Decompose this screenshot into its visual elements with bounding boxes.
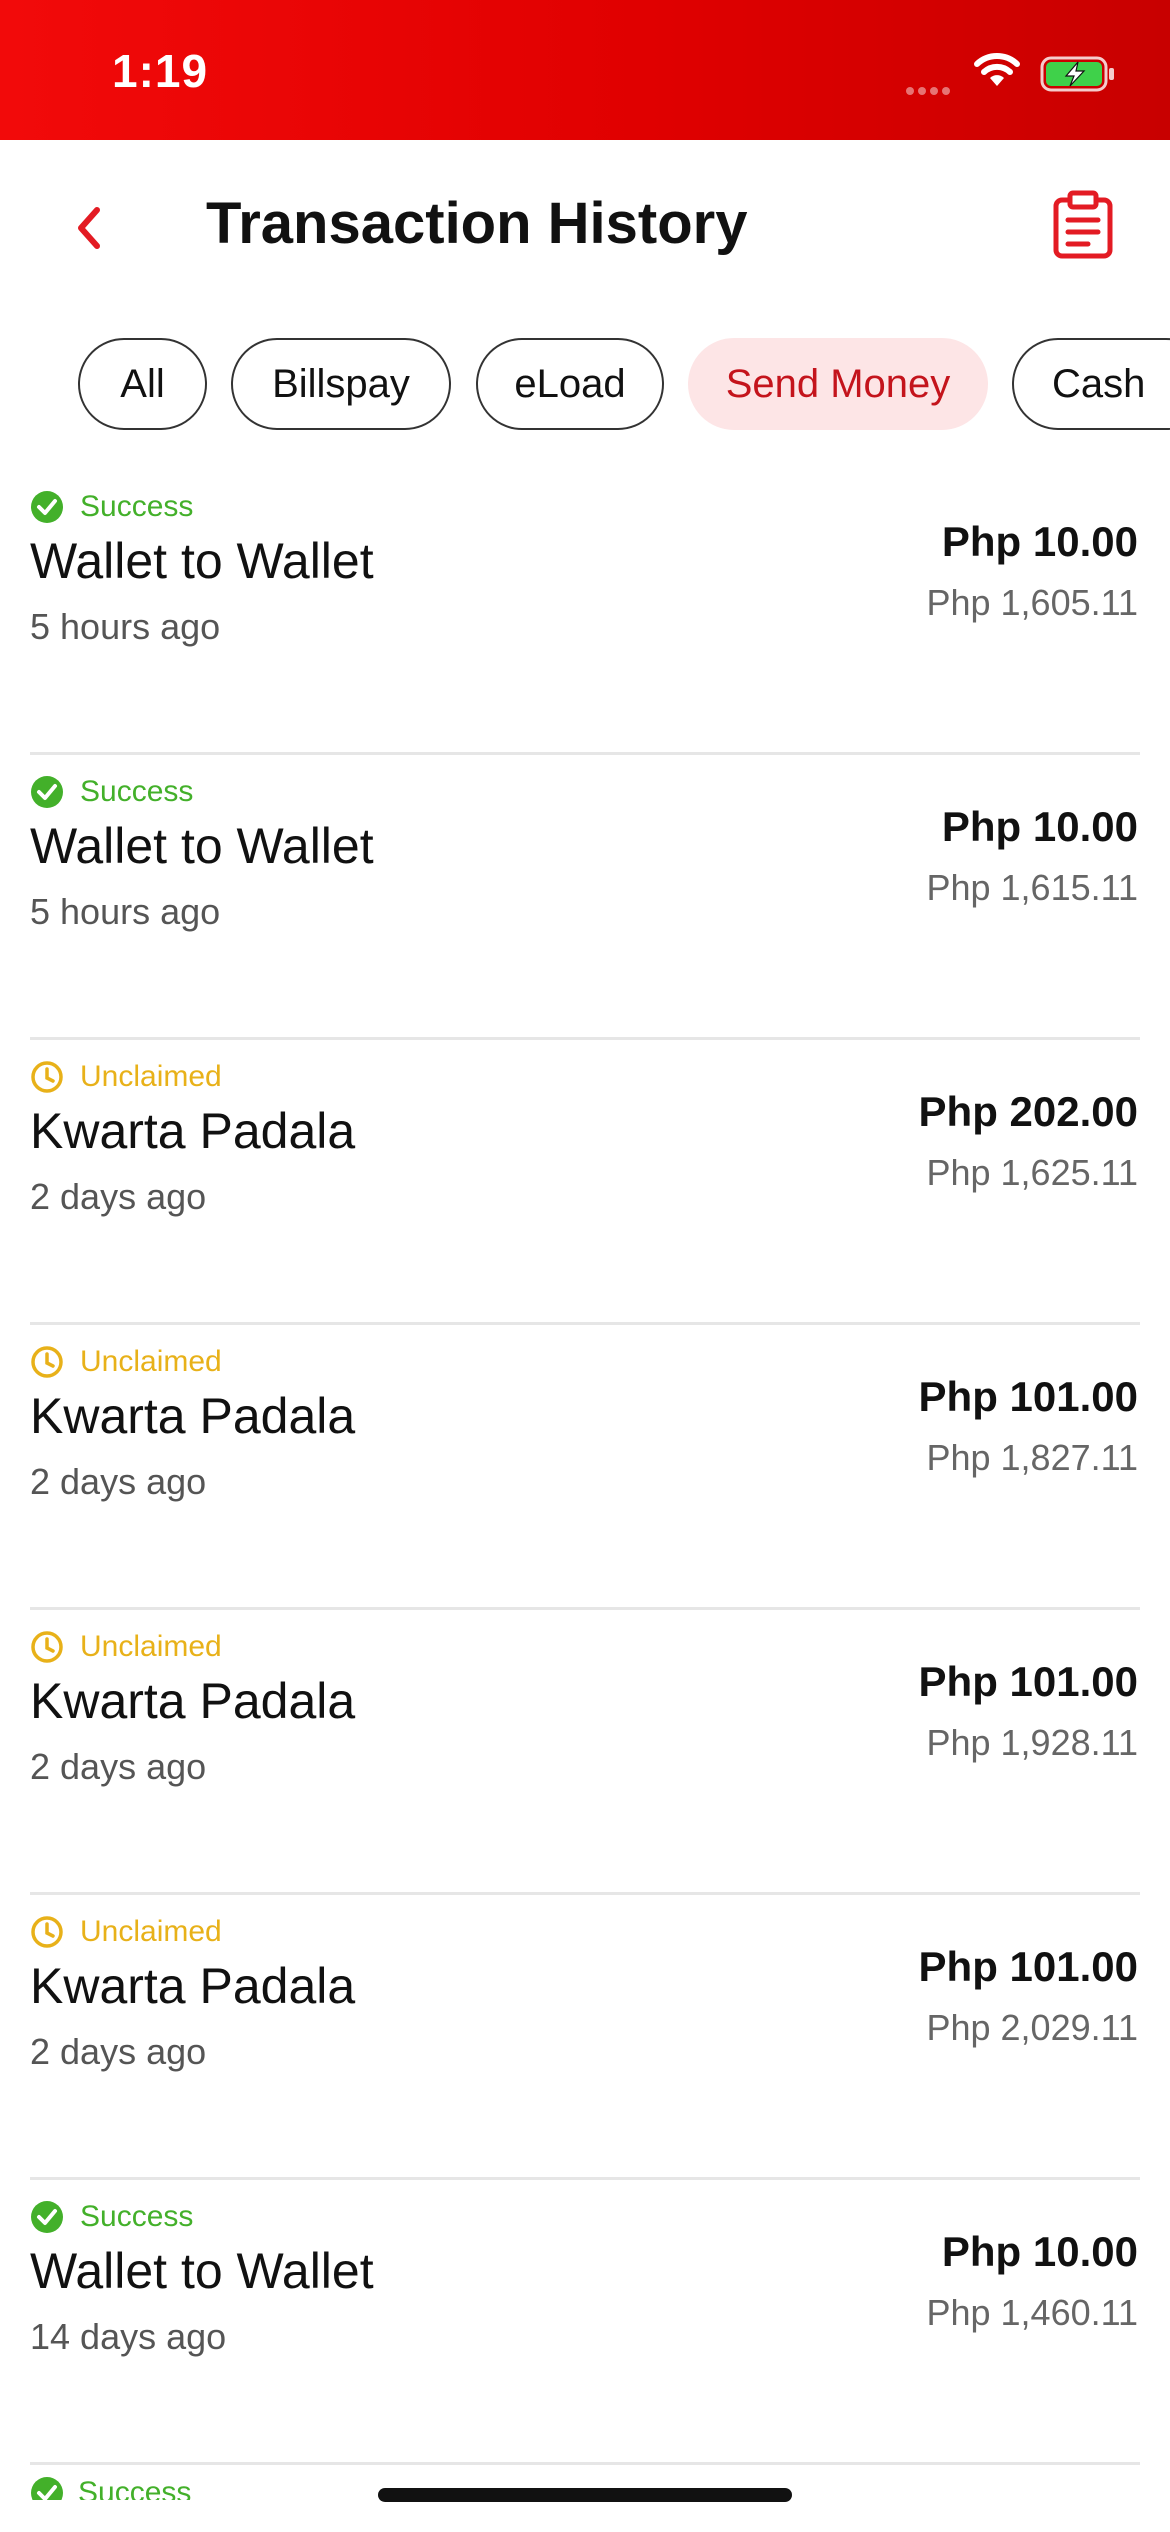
clipboard-icon <box>1053 190 1113 259</box>
transaction-amount: Php 10.00 <box>941 2228 1138 2275</box>
check-circle-icon <box>31 2201 63 2233</box>
running-balance: Php 1,928.11 <box>926 1722 1138 1763</box>
transaction-time: 14 days ago <box>30 2316 227 2357</box>
transaction-time: 5 hours ago <box>30 606 221 647</box>
status-badge: Success <box>30 775 193 809</box>
home-indicator <box>378 2488 792 2502</box>
status-text: Success <box>80 490 194 523</box>
status-bar: 1:19 <box>0 0 1170 140</box>
transaction-name: Wallet to Wallet <box>30 818 374 874</box>
status-text: Unclaimed <box>80 1345 222 1378</box>
transaction-time: 5 hours ago <box>30 891 221 932</box>
transaction-time: 2 days ago <box>30 1176 207 1217</box>
page-title: Transaction History <box>206 191 748 256</box>
status-text: Success <box>80 775 194 808</box>
status-text: Unclaimed <box>80 1915 222 1948</box>
status-badge: Unclaimed <box>30 1345 222 1379</box>
transaction-time: 2 days ago <box>30 2031 207 2072</box>
running-balance: Php 1,460.11 <box>926 2292 1138 2333</box>
filter-chip-eload[interactable]: eLoad <box>476 338 664 430</box>
transaction-row[interactable]: Unclaimed Kwarta Padala 2 days ago Php 101.… <box>0 1895 1170 2180</box>
transaction-time: 2 days ago <box>30 1461 207 1502</box>
transaction-row[interactable]: Unclaimed Kwarta Padala 2 days ago Php 202.… <box>0 1040 1170 1325</box>
transaction-amount: Php 101.00 <box>918 1658 1138 1705</box>
transaction-name: Wallet to Wallet <box>30 533 374 589</box>
filter-chip-send-money[interactable]: Send Money <box>688 338 988 430</box>
transaction-row[interactable]: Success Wallet to Wallet 14 days ago Php 10… <box>0 2180 1170 2465</box>
transaction-name: Kwarta Padala <box>30 1958 356 2014</box>
clock-icon <box>31 1346 63 1378</box>
filter-chip-billspay[interactable]: Billspay <box>231 338 451 430</box>
status-badge: Success <box>30 490 193 524</box>
status-badge: Unclaimed <box>30 1060 222 1094</box>
transaction-list: Success Wallet to Wallet 5 hours ago Php 10… <box>0 470 1170 2465</box>
transaction-amount: Php 101.00 <box>918 1373 1138 1420</box>
transaction-name: Wallet to Wallet <box>30 2243 374 2299</box>
check-circle-icon <box>31 2477 63 2500</box>
check-circle-icon <box>31 776 63 808</box>
running-balance: Php 1,625.11 <box>926 1152 1138 1193</box>
status-time: 1:19 <box>112 45 209 97</box>
transaction-name: Kwarta Padala <box>30 1673 356 1729</box>
history-clipboard-button[interactable] <box>1050 190 1116 260</box>
transaction-row[interactable]: Success Wallet to Wallet 5 hours ago Php 10… <box>0 755 1170 1040</box>
transaction-row[interactable]: Unclaimed Kwarta Padala 2 days ago Php 101.… <box>0 1325 1170 1610</box>
status-text: Success <box>78 2476 192 2500</box>
filter-chip-all[interactable]: All <box>78 338 207 430</box>
running-balance: Php 1,605.11 <box>926 582 1138 623</box>
clock-icon <box>31 1631 63 1663</box>
transaction-amount: Php 10.00 <box>941 518 1138 565</box>
running-balance: Php 1,615.11 <box>926 867 1138 908</box>
wifi-icon <box>974 52 1020 93</box>
status-text: Unclaimed <box>80 1630 222 1663</box>
app-header: Transaction History <box>0 140 1170 310</box>
cellular-signal-icon <box>906 82 960 95</box>
chevron-left-icon <box>78 207 100 249</box>
partial-transaction-row: Success <box>30 2476 330 2500</box>
transaction-amount: Php 10.00 <box>941 803 1138 850</box>
transaction-amount: Php 202.00 <box>918 1088 1138 1135</box>
row-divider <box>30 2462 1140 2465</box>
clock-icon <box>31 1916 63 1948</box>
status-badge: Unclaimed <box>30 1915 222 1949</box>
status-badge: Unclaimed <box>30 1630 222 1664</box>
filter-chip-cash[interactable]: Cash <box>1012 338 1170 430</box>
transaction-row[interactable]: Success Wallet to Wallet 5 hours ago Php 10… <box>0 470 1170 755</box>
filter-chips: All Billspay eLoad Send Money Cash <box>0 338 1170 433</box>
transaction-row[interactable]: Unclaimed Kwarta Padala 2 days ago Php 101.… <box>0 1610 1170 1895</box>
running-balance: Php 2,029.11 <box>926 2007 1138 2048</box>
running-balance: Php 1,827.11 <box>926 1437 1138 1478</box>
transaction-time: 2 days ago <box>30 1746 207 1787</box>
clock-icon <box>31 1061 63 1093</box>
status-badge: Success <box>30 2200 193 2234</box>
check-circle-icon <box>31 491 63 523</box>
battery-charging-icon <box>1040 56 1116 97</box>
transaction-name: Kwarta Padala <box>30 1388 356 1444</box>
back-button[interactable] <box>58 198 118 258</box>
status-text: Unclaimed <box>80 1060 222 1093</box>
transaction-amount: Php 101.00 <box>918 1943 1138 1990</box>
status-text: Success <box>80 2200 194 2233</box>
transaction-name: Kwarta Padala <box>30 1103 356 1159</box>
